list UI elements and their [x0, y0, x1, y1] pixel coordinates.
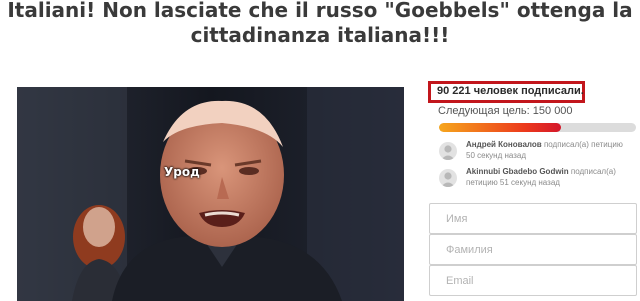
recent-signer-action: подписал(а): [570, 167, 616, 176]
recent-signer-time: петицию 51 секунд назад: [466, 178, 560, 187]
recent-signer-line-1: Akinnubi Gbadebo Godwin подписал(а): [466, 167, 616, 176]
signature-count: 90 221 человек подписали.: [437, 85, 584, 97]
next-goal: Следующая цель: 150 000: [438, 105, 573, 117]
man-photo-illustration: [17, 87, 404, 301]
petition-photo: Урод: [17, 87, 404, 301]
recent-signer: Андрей Коновалов подписал(а) петицию 50 …: [439, 140, 639, 162]
recent-signer-name: Андрей Коновалов: [466, 140, 542, 149]
recent-signer-action: подписал(а) петицию: [543, 140, 623, 149]
photo-caption: Урод: [164, 165, 200, 179]
progress-bar-fill: [439, 123, 562, 132]
recent-signer: Akinnubi Gbadebo Godwin подписал(а) пети…: [439, 167, 639, 189]
recent-signer-time: 50 секунд назад: [466, 151, 527, 160]
recent-signer-line-1: Андрей Коновалов подписал(а) петицию: [466, 140, 623, 149]
progress-bar: [439, 123, 636, 132]
petition-title-line-1: Italiani! Non lasciate che il russo "Goe…: [7, 0, 633, 22]
user-avatar-icon: [439, 169, 457, 187]
user-avatar-icon: [439, 142, 457, 160]
last-name-input[interactable]: [429, 234, 637, 265]
petition-title-line-2: cittadinanza italiana!!!: [190, 23, 450, 47]
first-name-input[interactable]: [429, 203, 637, 234]
email-input[interactable]: [429, 265, 637, 296]
signature-count-highlight: 90 221 человек подписали.: [428, 81, 585, 103]
recent-signer-name: Akinnubi Gbadebo Godwin: [466, 167, 569, 176]
